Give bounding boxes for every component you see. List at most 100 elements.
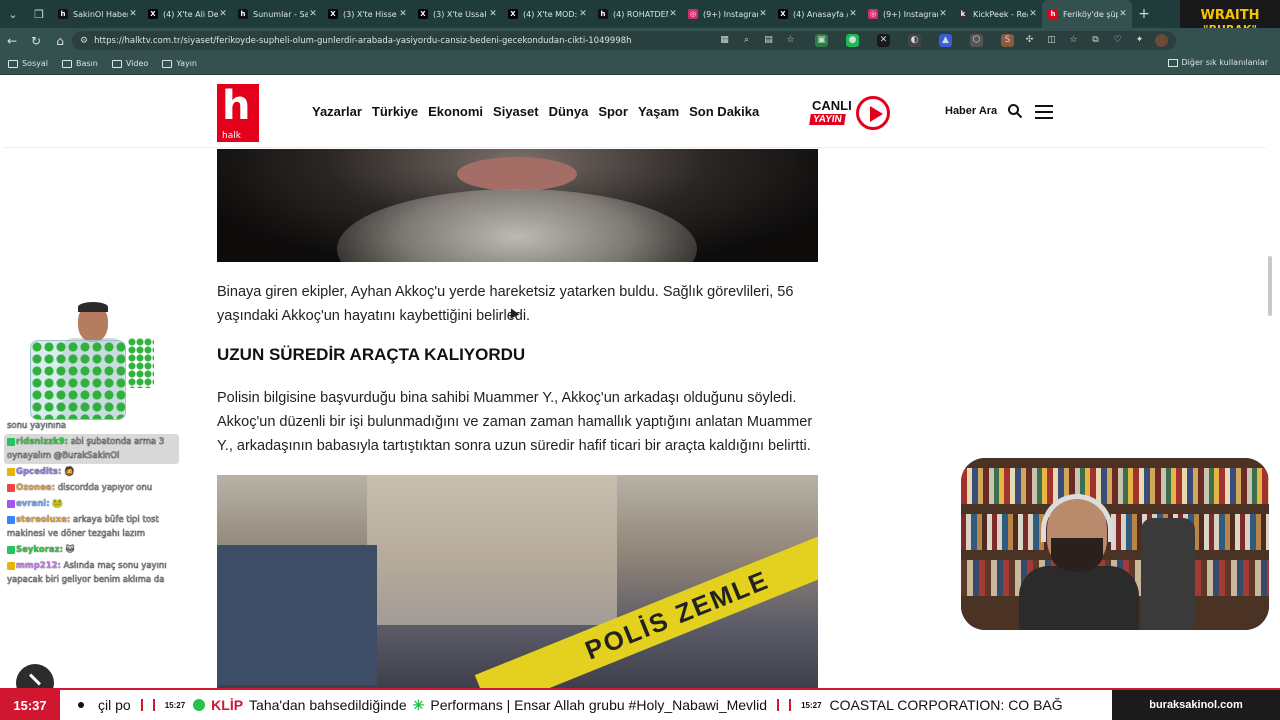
tab-close-icon[interactable]: ✕ — [578, 9, 588, 19]
address-bar-url[interactable]: https://halktv.com.tr/siyaset/ferikoyde-… — [94, 36, 631, 46]
article-subheading: UZUN SÜREDİR ARAÇTA KALIYORDU — [217, 345, 526, 364]
collections-icon[interactable]: ⧉ — [1089, 34, 1102, 47]
tab-close-icon[interactable]: ✕ — [308, 9, 318, 19]
reader-icon[interactable]: ▤ — [762, 34, 775, 47]
chat-username[interactable]: Seykoraz: — [16, 545, 63, 555]
bookmark-folder[interactable]: Basın — [62, 59, 98, 68]
scrollbar-thumb[interactable] — [1268, 256, 1272, 316]
chat-message: stereoluxe: arkaya büfe tipi tost makine… — [4, 512, 179, 542]
chat-username[interactable]: ridsnizzk9: — [16, 437, 68, 447]
browser-essentials-icon[interactable]: ♡ — [1111, 34, 1124, 47]
ticker-track: çil po 15:27 KLİP Taha'dan bahsedildiğin… — [98, 697, 1112, 714]
stream-chat: sonu yayınına ridsnizzk9: abi şubatonda a… — [4, 418, 179, 588]
chat-username[interactable]: Ozonee: — [16, 483, 55, 493]
tab-close-icon[interactable]: ✕ — [1028, 9, 1038, 19]
new-tab-button[interactable]: + — [1132, 6, 1156, 22]
profile-avatar[interactable] — [1155, 34, 1168, 47]
tab-close-icon[interactable]: ✕ — [758, 9, 768, 19]
tab-close-icon[interactable]: ✕ — [398, 9, 408, 19]
extension-icon-6[interactable]: ⬡ — [970, 34, 983, 47]
tab-close-icon[interactable]: ✕ — [1118, 9, 1128, 19]
nav-item[interactable]: Yazarlar — [312, 104, 362, 119]
tab-search-icon[interactable]: ⌄ — [0, 0, 26, 28]
app-icon[interactable]: ▦ — [718, 34, 731, 47]
browser-toolbar: ← ↻ ⌂ ⚙ https://halktv.com.tr/siyaset/fe… — [0, 28, 1280, 53]
extensions-puzzle-icon[interactable]: ✣ — [1023, 34, 1036, 47]
nav-item[interactable]: Siyaset — [493, 104, 539, 119]
bookmark-folder[interactable]: Video — [111, 59, 148, 68]
nav-item[interactable]: Türkiye — [372, 104, 418, 119]
nav-item[interactable]: Son Dakika — [689, 104, 759, 119]
chat-username[interactable]: evrani: — [16, 499, 50, 509]
tab-favicon-icon: X — [778, 9, 788, 19]
browser-tab[interactable]: X (4) X'te Ali Der ✕ — [142, 0, 232, 28]
nav-item[interactable]: Ekonomi — [428, 104, 483, 119]
tab-close-icon[interactable]: ✕ — [848, 9, 858, 19]
extension-icon-1[interactable]: ▣ — [815, 34, 828, 47]
tab-favicon-icon: ◎ — [688, 9, 698, 19]
tab-close-icon[interactable]: ✕ — [668, 9, 678, 19]
tab-label: (9+) Instagram — [883, 9, 938, 19]
chat-username[interactable]: mmp212: — [16, 561, 61, 571]
browser-tab[interactable]: ◎ (9+) Instagram✕ — [862, 0, 952, 28]
home-icon[interactable]: ⌂ — [48, 28, 72, 53]
extension-icon-4[interactable]: ◐ — [908, 34, 921, 47]
chat-message: Gpcedits: 🧔 — [4, 464, 179, 480]
chat-badge-icon — [7, 545, 15, 554]
search-icon[interactable] — [1007, 103, 1023, 119]
chat-username[interactable]: Gpcedits: — [16, 467, 61, 477]
favorites-bar-icon[interactable]: ☆ — [1067, 34, 1080, 47]
chat-username[interactable]: stereoluxe: — [16, 515, 70, 525]
article-photo-face — [217, 149, 818, 262]
tab-label: (4) Anasayfa / — [793, 9, 848, 19]
bookmark-folder[interactable]: Yayın — [162, 59, 197, 68]
browser-tab[interactable]: X (3) X'te Hisse P ✕ — [322, 0, 412, 28]
browser-tab[interactable]: X (4) X'te MOD: ✕ — [502, 0, 592, 28]
tab-close-icon[interactable]: ✕ — [218, 9, 228, 19]
back-icon[interactable]: ← — [0, 28, 24, 53]
tab-favicon-icon: X — [508, 9, 518, 19]
copilot-icon[interactable]: ✦ — [1133, 34, 1146, 47]
tab-close-icon[interactable]: ✕ — [128, 9, 138, 19]
chat-text: 🐱 — [65, 545, 75, 555]
workspaces-icon[interactable]: ❐ — [26, 0, 52, 28]
split-view-icon[interactable]: ◫ — [1045, 34, 1058, 47]
extension-icon-2[interactable]: ● — [846, 34, 859, 47]
bookmark-folder[interactable]: Sosyal — [8, 59, 48, 68]
browser-tab[interactable]: h SakinOl Haber ✕ — [52, 0, 142, 28]
extension-icon-7[interactable]: S — [1001, 34, 1014, 47]
other-favorites[interactable]: Diğer sık kullanılanlar — [1167, 58, 1268, 67]
address-bar[interactable]: ⚙ https://halktv.com.tr/siyaset/ferikoyd… — [72, 31, 1176, 50]
nav-item[interactable]: Yaşam — [638, 104, 679, 119]
chat-message: evrani: 🐸 — [4, 496, 179, 512]
nav-item[interactable]: Dünya — [549, 104, 589, 119]
favorite-star-icon[interactable]: ☆ — [784, 34, 797, 47]
ticker-time-2: 15:27 — [801, 700, 822, 710]
folder-icon — [62, 59, 72, 68]
folder-icon — [162, 59, 173, 68]
browser-tab[interactable]: ◎ (9+) Instagram✕ — [682, 0, 772, 28]
browser-tab[interactable]: X (4) Anasayfa / ✕ — [772, 0, 862, 28]
site-header: h halk Yazarlar Türkiye Ekonomi Siyaset Düny… — [4, 76, 1266, 148]
reload-icon[interactable]: ↻ — [24, 28, 48, 53]
browser-tab[interactable]: h (4) ROHATDEM ✕ — [592, 0, 682, 28]
zoom-icon[interactable]: ⌕ — [740, 34, 753, 47]
halktv-logo[interactable]: h halk — [217, 84, 259, 142]
hamburger-menu-icon[interactable] — [1035, 105, 1053, 119]
nav-item[interactable]: Spor — [598, 104, 628, 119]
site-info-icon[interactable]: ⚙ — [80, 36, 88, 46]
search-news-label[interactable]: Haber Ara — [945, 105, 997, 117]
browser-tab[interactable]: X (3) X'te Ussal S ✕ — [412, 0, 502, 28]
browser-tab[interactable]: h Sunumlar - Sak ✕ — [232, 0, 322, 28]
browser-tab[interactable]: k KickPeek - Rea ✕ — [952, 0, 1042, 28]
extension-icon-5[interactable]: ▲ — [939, 34, 952, 47]
extension-icon-3[interactable]: ✕ — [877, 34, 890, 47]
tab-close-icon[interactable]: ✕ — [488, 9, 498, 19]
tab-label: (3) X'te Hisse P — [343, 9, 398, 19]
browser-tab[interactable]: h Feriköy'de şüp ✕ — [1042, 0, 1132, 28]
streamer-website: buraksakinol.com — [1112, 690, 1280, 720]
live-broadcast-button[interactable]: CANLI YAYIN — [808, 94, 892, 132]
chat-text: 🧔 — [64, 467, 75, 477]
tab-close-icon[interactable]: ✕ — [938, 9, 948, 19]
chat-message: Seykoraz: 🐱 — [4, 542, 179, 558]
